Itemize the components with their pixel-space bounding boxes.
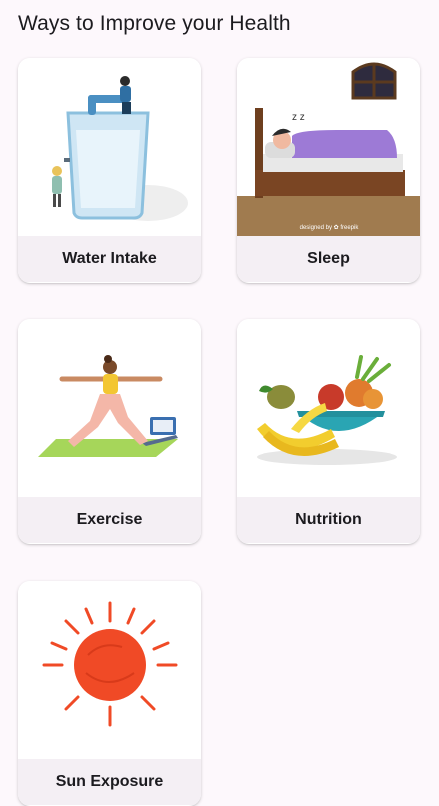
card-label: Water Intake bbox=[18, 236, 201, 282]
yoga-pose-illustration bbox=[18, 319, 201, 497]
fruit-bowl-illustration bbox=[237, 319, 420, 497]
svg-text:z z: z z bbox=[292, 112, 305, 123]
card-sleep[interactable]: z z designed by ✿ freepik Sleep bbox=[237, 58, 420, 283]
card-label: Sleep bbox=[237, 236, 420, 282]
sleeping-person-illustration: z z designed by ✿ freepik bbox=[237, 58, 420, 236]
card-label: Nutrition bbox=[237, 497, 420, 543]
card-label: Exercise bbox=[18, 497, 201, 543]
card-water-intake[interactable]: Water Intake bbox=[18, 58, 201, 283]
freepik-credit: designed by ✿ freepik bbox=[300, 224, 360, 231]
water-glass-illustration bbox=[18, 58, 201, 236]
sun-illustration bbox=[18, 581, 201, 759]
page-title: Ways to Improve your Health bbox=[18, 12, 291, 35]
card-sun-exposure[interactable]: Sun Exposure bbox=[18, 581, 201, 806]
card-label: Sun Exposure bbox=[18, 759, 201, 805]
card-nutrition[interactable]: Nutrition bbox=[237, 319, 420, 544]
card-exercise[interactable]: Exercise bbox=[18, 319, 201, 544]
